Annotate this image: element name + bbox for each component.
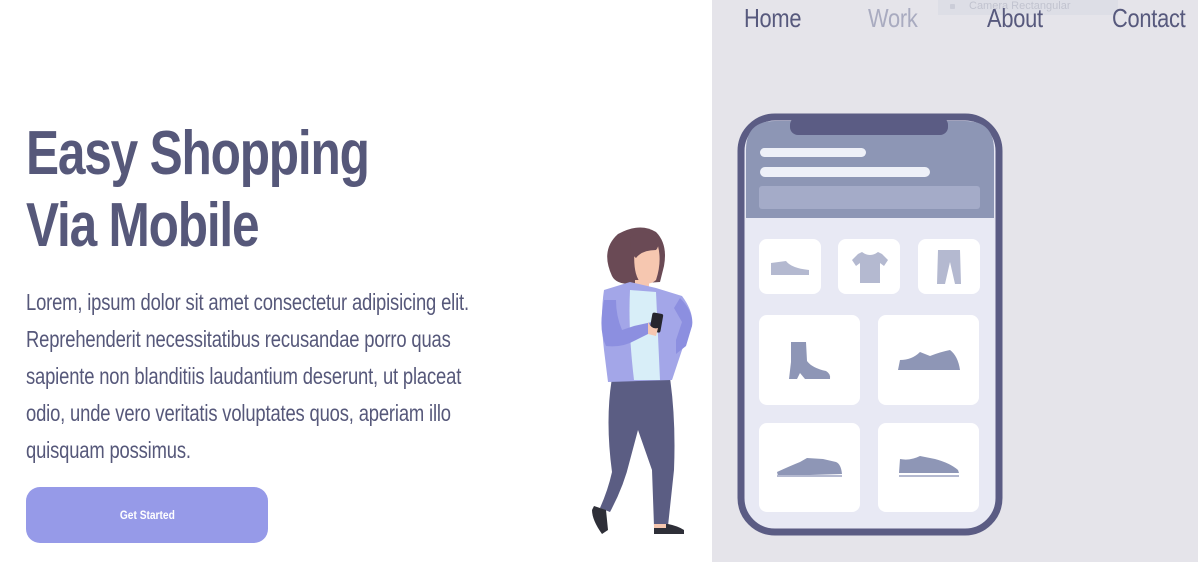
nav-home[interactable]: Home (744, 3, 802, 34)
nav-about[interactable]: About (987, 3, 1043, 34)
nav-work[interactable]: Work (868, 3, 918, 34)
hero-title: Easy Shopping Via Mobile (26, 118, 370, 262)
left-shoe (592, 506, 608, 534)
get-started-label: Get Started (119, 508, 175, 522)
right-panel (712, 0, 1198, 562)
hair (607, 227, 665, 284)
jacket (602, 282, 693, 382)
shirt (629, 290, 660, 380)
right-shoe (654, 524, 684, 534)
get-started-button[interactable]: Get Started (26, 487, 268, 543)
legs (600, 378, 675, 526)
face (634, 241, 660, 284)
nav-contact[interactable]: Contact (1112, 3, 1186, 34)
top-nav: Home Work About Contact (712, 0, 1198, 40)
hero-title-line2: Via Mobile (26, 191, 260, 260)
hero-title-line1: Easy Shopping (26, 119, 370, 188)
woman-figure (592, 227, 693, 534)
held-phone (649, 312, 664, 333)
hero-description: Lorem, ipsum dolor sit amet consectetur … (26, 289, 469, 463)
